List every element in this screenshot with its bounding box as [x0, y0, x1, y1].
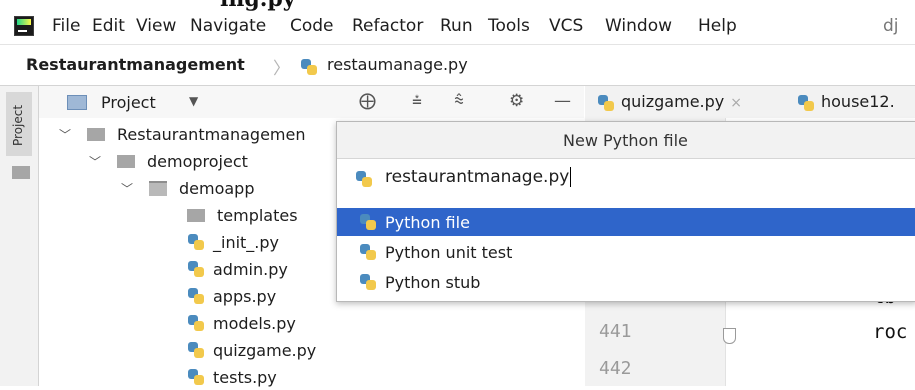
tree-item-label: models.py [213, 313, 296, 333]
python-file-icon [355, 170, 373, 188]
line-number: 442 [599, 358, 632, 379]
project-view-icon [67, 95, 87, 110]
breadcrumb-project[interactable]: Restaurantmanagement [26, 55, 245, 74]
menu-bar: File Edit View Navigate Code Refactor Ru… [0, 8, 915, 42]
tree-item-init[interactable]: _init_.py [187, 229, 279, 255]
breadcrumb-separator: 〉 [273, 59, 290, 79]
option-python-stub[interactable]: Python stub [337, 268, 915, 296]
project-toolbar: Project ▼ ⨁ ⩮ ⩯ ⚙ — [39, 86, 584, 119]
tree-item-label: demoapp [179, 178, 255, 198]
project-tool-tab-label: Project [11, 104, 25, 146]
chevron-down-icon[interactable]: ▼ [189, 94, 198, 108]
tree-item-label: Restaurantmanagemen [117, 124, 306, 144]
project-view-selector[interactable]: Project [101, 93, 156, 112]
tab-quizgame[interactable]: quizgame.py × [597, 92, 742, 112]
menu-tools[interactable]: Tools [488, 16, 530, 36]
python-file-icon [359, 213, 377, 231]
menu-help[interactable]: Help [698, 16, 737, 36]
tab-label: quizgame.py [621, 92, 725, 111]
tree-item-label: admin.py [213, 259, 288, 279]
tree-item-quizgame[interactable]: quizgame.py [187, 337, 316, 363]
hide-icon[interactable]: — [554, 91, 571, 111]
python-file-icon [359, 273, 377, 291]
python-file-icon [187, 260, 205, 278]
menu-code[interactable]: Code [290, 16, 334, 36]
menu-navigate[interactable]: Navigate [190, 16, 266, 36]
tree-item-label: _init_.py [213, 232, 280, 252]
folder-icon [187, 208, 205, 222]
menu-run[interactable]: Run [440, 16, 473, 36]
popup-header: New Python file [337, 122, 915, 159]
close-icon[interactable]: × [730, 95, 742, 111]
tree-item-tests[interactable]: tests.py [187, 364, 277, 390]
menu-vcs[interactable]: VCS [549, 16, 583, 36]
pycharm-logo-icon [14, 16, 34, 36]
menu-window[interactable]: Window [605, 16, 672, 36]
python-file-icon [187, 233, 205, 251]
new-python-file-popup: New Python file restaurantmanage.py Pyth… [336, 121, 915, 302]
code-fragment: roc [873, 321, 908, 343]
tool-window-stripe: Project [0, 86, 39, 386]
python-file-icon [187, 287, 205, 305]
chevron-down-icon[interactable]: ﹀ [59, 126, 73, 143]
menu-file[interactable]: File [52, 16, 80, 36]
chevron-down-icon[interactable]: ﹀ [89, 153, 103, 170]
tree-item-label: quizgame.py [213, 340, 317, 360]
folder-icon [117, 154, 135, 168]
python-file-icon [300, 58, 318, 76]
option-python-unit-test[interactable]: Python unit test [337, 238, 915, 266]
python-file-icon [187, 314, 205, 332]
tree-item-admin[interactable]: admin.py [187, 256, 288, 282]
python-file-icon [359, 243, 377, 261]
tree-item-label: tests.py [213, 367, 277, 387]
option-label: Python stub [385, 272, 481, 292]
menu-edit[interactable]: Edit [92, 16, 125, 36]
menu-refactor[interactable]: Refactor [352, 16, 423, 36]
file-name-value: restaurantmanage.py [385, 167, 572, 187]
tree-item-label: templates [217, 205, 298, 225]
window-title-fragment: dj [883, 16, 899, 36]
editor-tab-bar: quizgame.py × house12. [585, 86, 915, 119]
folder-icon [87, 127, 105, 141]
expand-all-icon[interactable]: ⩮ [412, 91, 422, 111]
text-caret [570, 167, 572, 187]
python-file-icon [797, 94, 815, 112]
file-name-input[interactable]: restaurantmanage.py [351, 162, 911, 194]
fold-icon[interactable] [723, 328, 736, 344]
tree-item-templates[interactable]: templates [187, 202, 298, 228]
menu-view[interactable]: View [136, 16, 176, 36]
python-file-icon [597, 94, 615, 112]
locate-file-icon[interactable]: ⨁ [359, 91, 376, 111]
breadcrumb-file[interactable]: restaumanage.py [327, 55, 468, 74]
line-number: 441 [599, 321, 632, 342]
folder-icon [12, 166, 30, 179]
chevron-down-icon[interactable]: ﹀ [121, 180, 135, 197]
popup-title: New Python file [563, 131, 688, 150]
option-label: Python unit test [385, 242, 513, 262]
gear-icon[interactable]: ⚙ [509, 91, 524, 111]
option-label: Python file [385, 212, 470, 232]
option-python-file[interactable]: Python file [337, 208, 915, 236]
project-tool-tab[interactable]: Project [6, 92, 32, 156]
tree-item-demoapp[interactable]: ﹀ demoapp [121, 175, 255, 201]
tree-item-apps[interactable]: apps.py [187, 283, 276, 309]
breadcrumb: Restaurantmanagement 〉 restaumanage.py [0, 44, 915, 86]
tree-item-label: apps.py [213, 286, 277, 306]
python-file-icon [187, 368, 205, 386]
python-file-icon [187, 341, 205, 359]
tab-house12[interactable]: house12. [797, 92, 895, 112]
file-name-text: restaurantmanage.py [385, 167, 570, 187]
collapse-all-icon[interactable]: ⩯ [454, 91, 464, 111]
tab-label: house12. [821, 92, 895, 111]
package-folder-icon [149, 180, 167, 196]
tree-item-models[interactable]: models.py [187, 310, 296, 336]
tree-item-label: demoproject [147, 151, 248, 171]
tree-item-demoproject[interactable]: ﹀ demoproject [89, 148, 248, 174]
tree-item-restaurantmanagement[interactable]: ﹀ Restaurantmanagemen [59, 121, 306, 147]
